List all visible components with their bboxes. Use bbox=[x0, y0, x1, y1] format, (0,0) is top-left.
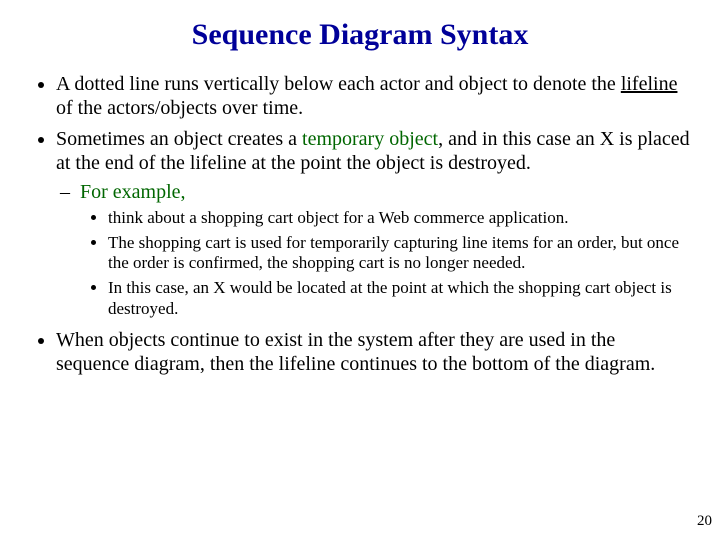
bullet-3: When objects continue to exist in the sy… bbox=[56, 328, 692, 377]
slide-title: Sequence Diagram Syntax bbox=[0, 0, 720, 60]
bullet-2: Sometimes an object creates a temporary … bbox=[56, 127, 692, 320]
bullet-2-sub-2: The shopping cart is used for temporaril… bbox=[108, 233, 692, 274]
bullet-2-text-pre: Sometimes an object creates a bbox=[56, 128, 302, 150]
slide: Sequence Diagram Syntax A dotted line ru… bbox=[0, 0, 720, 540]
bullet-list: A dotted line runs vertically below each… bbox=[28, 72, 692, 376]
bullet-2-sub: For example, think about a shopping cart… bbox=[80, 180, 692, 320]
bullet-2-subsublist: think about a shopping cart object for a… bbox=[80, 208, 692, 320]
bullet-1-text-post: of the actors/objects over time. bbox=[56, 97, 303, 119]
bullet-2-sublist: For example, think about a shopping cart… bbox=[56, 180, 692, 320]
bullet-1: A dotted line runs vertically below each… bbox=[56, 72, 692, 121]
bullet-1-text-pre: A dotted line runs vertically below each… bbox=[56, 73, 621, 95]
bullet-1-underline: lifeline bbox=[621, 73, 678, 95]
bullet-2-green: temporary object bbox=[302, 128, 438, 150]
bullet-2-sub-1: think about a shopping cart object for a… bbox=[108, 208, 692, 229]
bullet-2-sub-text: For example, bbox=[80, 181, 186, 203]
page-number: 20 bbox=[697, 513, 712, 530]
bullet-2-sub-3: In this case, an X would be located at t… bbox=[108, 278, 692, 319]
